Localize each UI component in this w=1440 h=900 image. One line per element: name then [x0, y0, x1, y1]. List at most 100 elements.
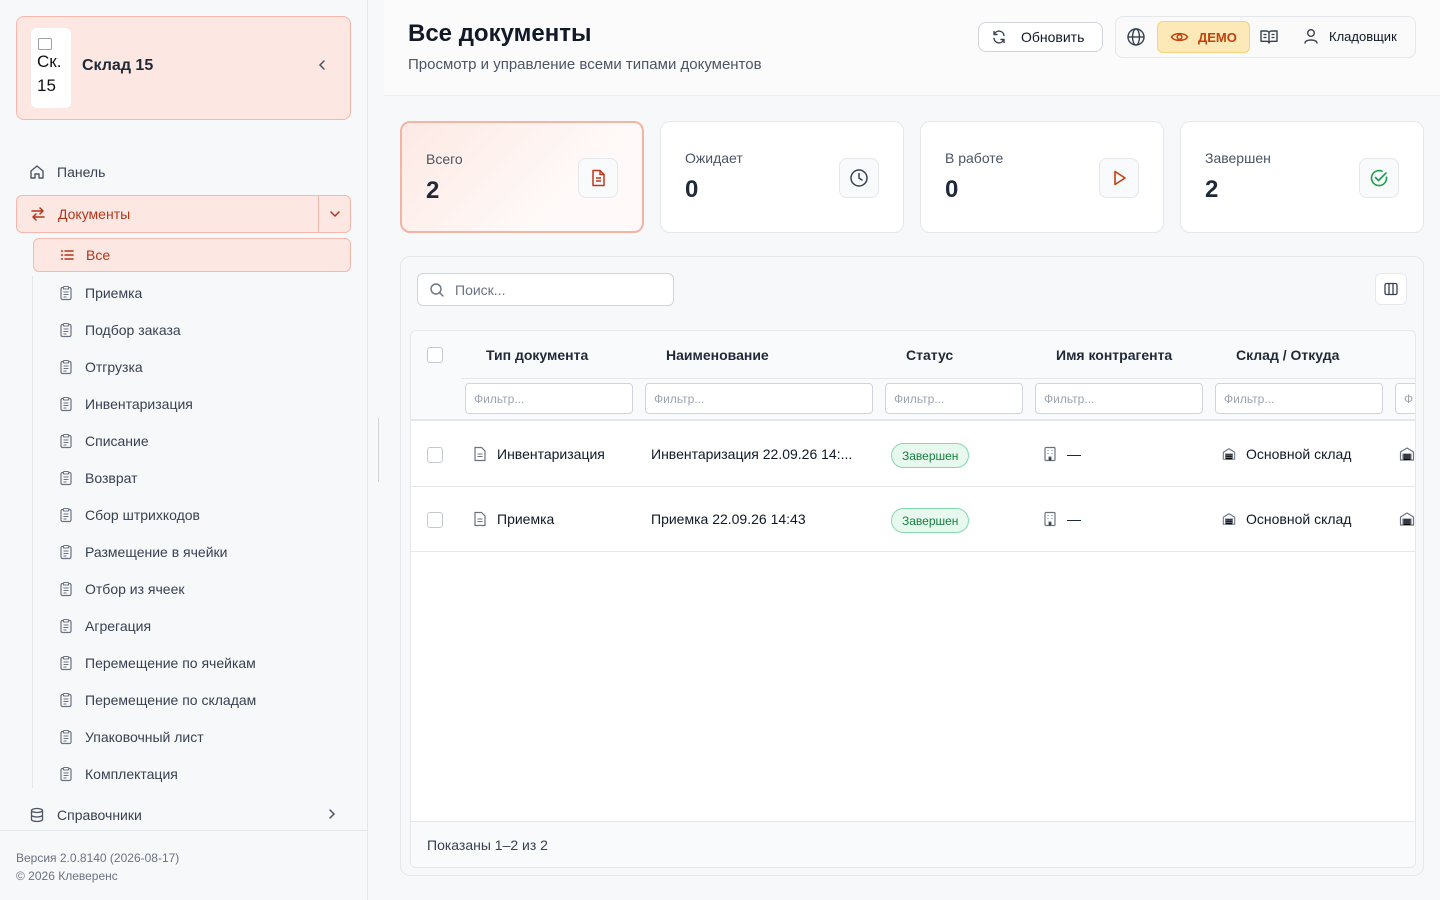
swap-arrows-icon: [29, 205, 47, 223]
stat-card-total[interactable]: Всего 2: [400, 121, 644, 233]
stat-value: 2: [426, 177, 440, 204]
header-toolbar: ДЕМО Кладовщик: [1115, 16, 1416, 58]
search-box[interactable]: [417, 273, 674, 306]
column-header-status[interactable]: Статус: [906, 347, 953, 363]
filter-type-input[interactable]: [474, 391, 632, 406]
column-header-contractor[interactable]: Имя контрагента: [1056, 347, 1172, 363]
subnav-item[interactable]: Инвентаризация: [33, 387, 351, 421]
subnav-item[interactable]: Сбор штрихкодов: [33, 498, 351, 532]
subnav-item[interactable]: Списание: [33, 424, 351, 458]
sidebar-resize-handle[interactable]: [378, 418, 379, 482]
clipboard-icon: [58, 729, 74, 745]
nav-item-panel-label: Панель: [57, 164, 106, 180]
filter-contractor[interactable]: [1035, 383, 1203, 414]
filter-type[interactable]: [465, 383, 633, 414]
column-header-name[interactable]: Наименование: [666, 347, 769, 363]
refresh-button[interactable]: Обновить: [978, 22, 1103, 52]
subnav-item[interactable]: Все: [33, 238, 351, 272]
cell-contractor-text: —: [1067, 511, 1081, 527]
filter-next-column-text: Ф: [1404, 391, 1414, 406]
table-footer: Показаны 1–2 из 2: [411, 821, 1415, 867]
filter-next-column[interactable]: Ф: [1395, 383, 1415, 414]
subnav-item[interactable]: Размещение в ячейки: [33, 535, 351, 569]
cell-type: Инвентаризация: [473, 446, 605, 462]
nav-item-directories[interactable]: Справочники: [16, 796, 351, 834]
subnav-item[interactable]: Упаковочный лист: [33, 720, 351, 754]
stat-label: Завершен: [1205, 150, 1271, 166]
documents-expand-toggle[interactable]: [318, 196, 350, 232]
nav-item-documents[interactable]: Документы: [16, 195, 351, 233]
clipboard-icon: [58, 544, 74, 560]
globe-icon[interactable]: [1126, 27, 1146, 47]
search-icon: [429, 282, 445, 298]
subnav-item-label: Инвентаризация: [85, 396, 193, 412]
file-icon: [473, 446, 487, 462]
warehouse-icon: [1222, 446, 1236, 462]
subnav-item[interactable]: Комплектация: [33, 757, 351, 791]
subnav-item-label: Агрегация: [85, 618, 152, 634]
filter-status[interactable]: [885, 383, 1023, 414]
subnav-item[interactable]: Перемещение по ячейкам: [33, 646, 351, 680]
subnav-item[interactable]: Возврат: [33, 461, 351, 495]
select-all-checkbox[interactable]: [427, 347, 443, 363]
page-subtitle: Просмотр и управление всеми типами докум…: [408, 56, 762, 73]
cell-type-text: Инвентаризация: [497, 446, 605, 462]
subnav-item-label: Подбор заказа: [85, 322, 181, 338]
clipboard-icon: [58, 618, 74, 634]
subnav-item[interactable]: Перемещение по складам: [33, 683, 351, 717]
book-open-icon[interactable]: [1259, 27, 1279, 47]
subnav-item-label: Отбор из ячеек: [85, 581, 185, 597]
cell-type-text: Приемка: [497, 511, 555, 527]
stat-card-completed[interactable]: Завершен 2: [1180, 121, 1424, 233]
demo-mode-button[interactable]: ДЕМО: [1157, 21, 1250, 53]
nav-item-panel[interactable]: Панель: [16, 153, 351, 191]
stat-card-pending[interactable]: Ожидает 0: [660, 121, 904, 233]
subnav-item[interactable]: Отгрузка: [33, 350, 351, 384]
subnav-item[interactable]: Приемка: [33, 276, 351, 310]
columns-icon: [1384, 282, 1398, 296]
column-header-warehouse[interactable]: Склад / Откуда: [1236, 347, 1339, 363]
page-title: Все документы: [408, 20, 592, 47]
filter-contractor-input[interactable]: [1044, 391, 1202, 406]
row-checkbox[interactable]: [427, 447, 443, 463]
stat-value: 2: [1205, 176, 1219, 203]
subnav-item-label: Упаковочный лист: [85, 729, 204, 745]
header-divider: [461, 378, 1415, 379]
warehouse-icon: [1399, 446, 1415, 462]
subnav-item-label: Перемещение по складам: [85, 692, 257, 708]
clipboard-icon: [58, 470, 74, 486]
filter-warehouse[interactable]: [1215, 383, 1383, 414]
clipboard-icon: [58, 655, 74, 671]
search-input[interactable]: [455, 281, 655, 298]
clipboard-icon: [58, 359, 74, 375]
columns-toggle-button[interactable]: [1375, 273, 1407, 305]
nav-item-documents-label: Документы: [58, 206, 131, 222]
table-row[interactable]: Приемка Приемка 22.09.26 14:43 Завершен …: [411, 487, 1415, 552]
warehouse-icon: [1222, 511, 1236, 527]
clipboard-icon: [58, 581, 74, 597]
subnav-item-label: Сбор штрихкодов: [85, 507, 200, 523]
filter-name[interactable]: [645, 383, 873, 414]
filter-warehouse-input[interactable]: [1224, 391, 1382, 406]
version-text: Версия 2.0.8140 (2026-08-17): [16, 851, 180, 865]
stat-label: Ожидает: [685, 150, 743, 166]
user-menu[interactable]: Кладовщик: [1302, 27, 1397, 45]
play-icon: [1099, 158, 1139, 198]
row-checkbox[interactable]: [427, 512, 443, 528]
subnav-item[interactable]: Агрегация: [33, 609, 351, 643]
sidebar: Ск. 15 Склад 15 Панель Документы Все Прие…: [0, 0, 368, 900]
database-icon: [28, 806, 46, 824]
filter-status-input[interactable]: [894, 391, 1022, 406]
user-name: Кладовщик: [1329, 28, 1397, 44]
table-row[interactable]: Инвентаризация Инвентаризация 22.09.26 1…: [411, 422, 1415, 487]
column-header-type[interactable]: Тип документа: [486, 347, 588, 363]
chevron-left-icon[interactable]: [314, 57, 330, 73]
stat-card-in-progress[interactable]: В работе 0: [920, 121, 1164, 233]
filter-name-input[interactable]: [654, 391, 872, 406]
stat-label: В работе: [945, 150, 1004, 166]
clipboard-icon: [58, 322, 74, 338]
subnav-item[interactable]: Подбор заказа: [33, 313, 351, 347]
clipboard-icon: [58, 507, 74, 523]
clock-icon: [839, 158, 879, 198]
subnav-item[interactable]: Отбор из ячеек: [33, 572, 351, 606]
